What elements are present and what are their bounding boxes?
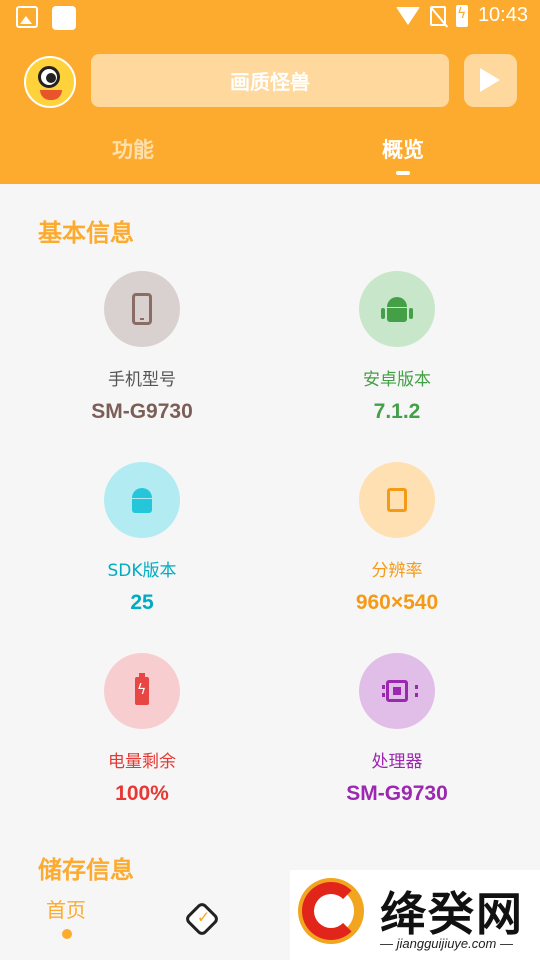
notification-square-icon bbox=[52, 6, 76, 30]
info-value: SM-G9730 bbox=[346, 782, 448, 805]
android-icon bbox=[381, 297, 413, 323]
info-card-android-version: 安卓版本 7.1.2 bbox=[297, 271, 497, 424]
no-sim-icon bbox=[429, 5, 446, 26]
android-robot-icon bbox=[130, 488, 154, 514]
info-label: 分辨率 bbox=[371, 561, 423, 581]
tab-functions[interactable]: 功能 bbox=[112, 134, 154, 164]
info-label: SDK版本 bbox=[107, 561, 177, 581]
info-label: 安卓版本 bbox=[363, 370, 431, 390]
info-label: 处理器 bbox=[371, 752, 423, 772]
info-value: 100% bbox=[115, 782, 169, 805]
section-title-storage-info: 储存信息 bbox=[38, 856, 134, 884]
tablet-icon bbox=[387, 488, 407, 512]
nav-active-dot bbox=[62, 929, 72, 939]
app-header: 10:43 画质怪兽 功能 概览 bbox=[0, 0, 540, 184]
info-card-processor: 处理器 SM-G9730 bbox=[297, 653, 497, 806]
phone-icon bbox=[132, 293, 152, 325]
app-logo[interactable] bbox=[24, 56, 76, 108]
watermark: 绛癸网 — jiangguijiuye.com — bbox=[290, 870, 540, 960]
watermark-logo-icon bbox=[298, 878, 364, 944]
info-value: 7.1.2 bbox=[373, 400, 421, 423]
battery-icon bbox=[135, 673, 149, 705]
phone-icon-circle bbox=[104, 271, 180, 347]
wifi-icon bbox=[395, 6, 420, 25]
android-icon-circle bbox=[359, 271, 435, 347]
info-card-resolution: 分辨率 960×540 bbox=[297, 462, 497, 615]
info-card-sdk-version: SDK版本 25 bbox=[42, 462, 242, 615]
cpu-icon-circle bbox=[359, 653, 435, 729]
status-time: 10:43 bbox=[477, 4, 528, 26]
tablet-icon-circle bbox=[359, 462, 435, 538]
app-title[interactable]: 画质怪兽 bbox=[91, 54, 449, 107]
status-bar: 10:43 bbox=[0, 0, 540, 36]
info-value: 25 bbox=[130, 591, 154, 614]
info-label: 手机型号 bbox=[108, 370, 176, 390]
info-value: SM-G9730 bbox=[91, 400, 193, 423]
watermark-url: — jiangguijiuye.com — bbox=[380, 936, 513, 951]
cpu-icon bbox=[382, 680, 418, 702]
info-value: 960×540 bbox=[355, 591, 439, 614]
info-card-battery: 电量剩余 100% bbox=[42, 653, 242, 806]
tab-indicator bbox=[396, 171, 410, 175]
verified-badge-icon[interactable] bbox=[183, 900, 221, 938]
battery-charging-icon bbox=[455, 4, 468, 27]
android-robot-icon-circle bbox=[104, 462, 180, 538]
play-store-button[interactable] bbox=[464, 54, 517, 107]
watermark-brand: 绛癸网 bbox=[380, 887, 524, 941]
play-icon bbox=[480, 68, 500, 92]
info-label: 电量剩余 bbox=[108, 752, 176, 772]
gallery-icon bbox=[16, 6, 38, 28]
tab-overview[interactable]: 概览 bbox=[382, 134, 424, 164]
section-title-basic-info: 基本信息 bbox=[38, 219, 134, 247]
battery-icon-circle bbox=[104, 653, 180, 729]
nav-home[interactable]: 首页 bbox=[46, 894, 86, 923]
info-card-phone-model: 手机型号 SM-G9730 bbox=[42, 271, 242, 424]
